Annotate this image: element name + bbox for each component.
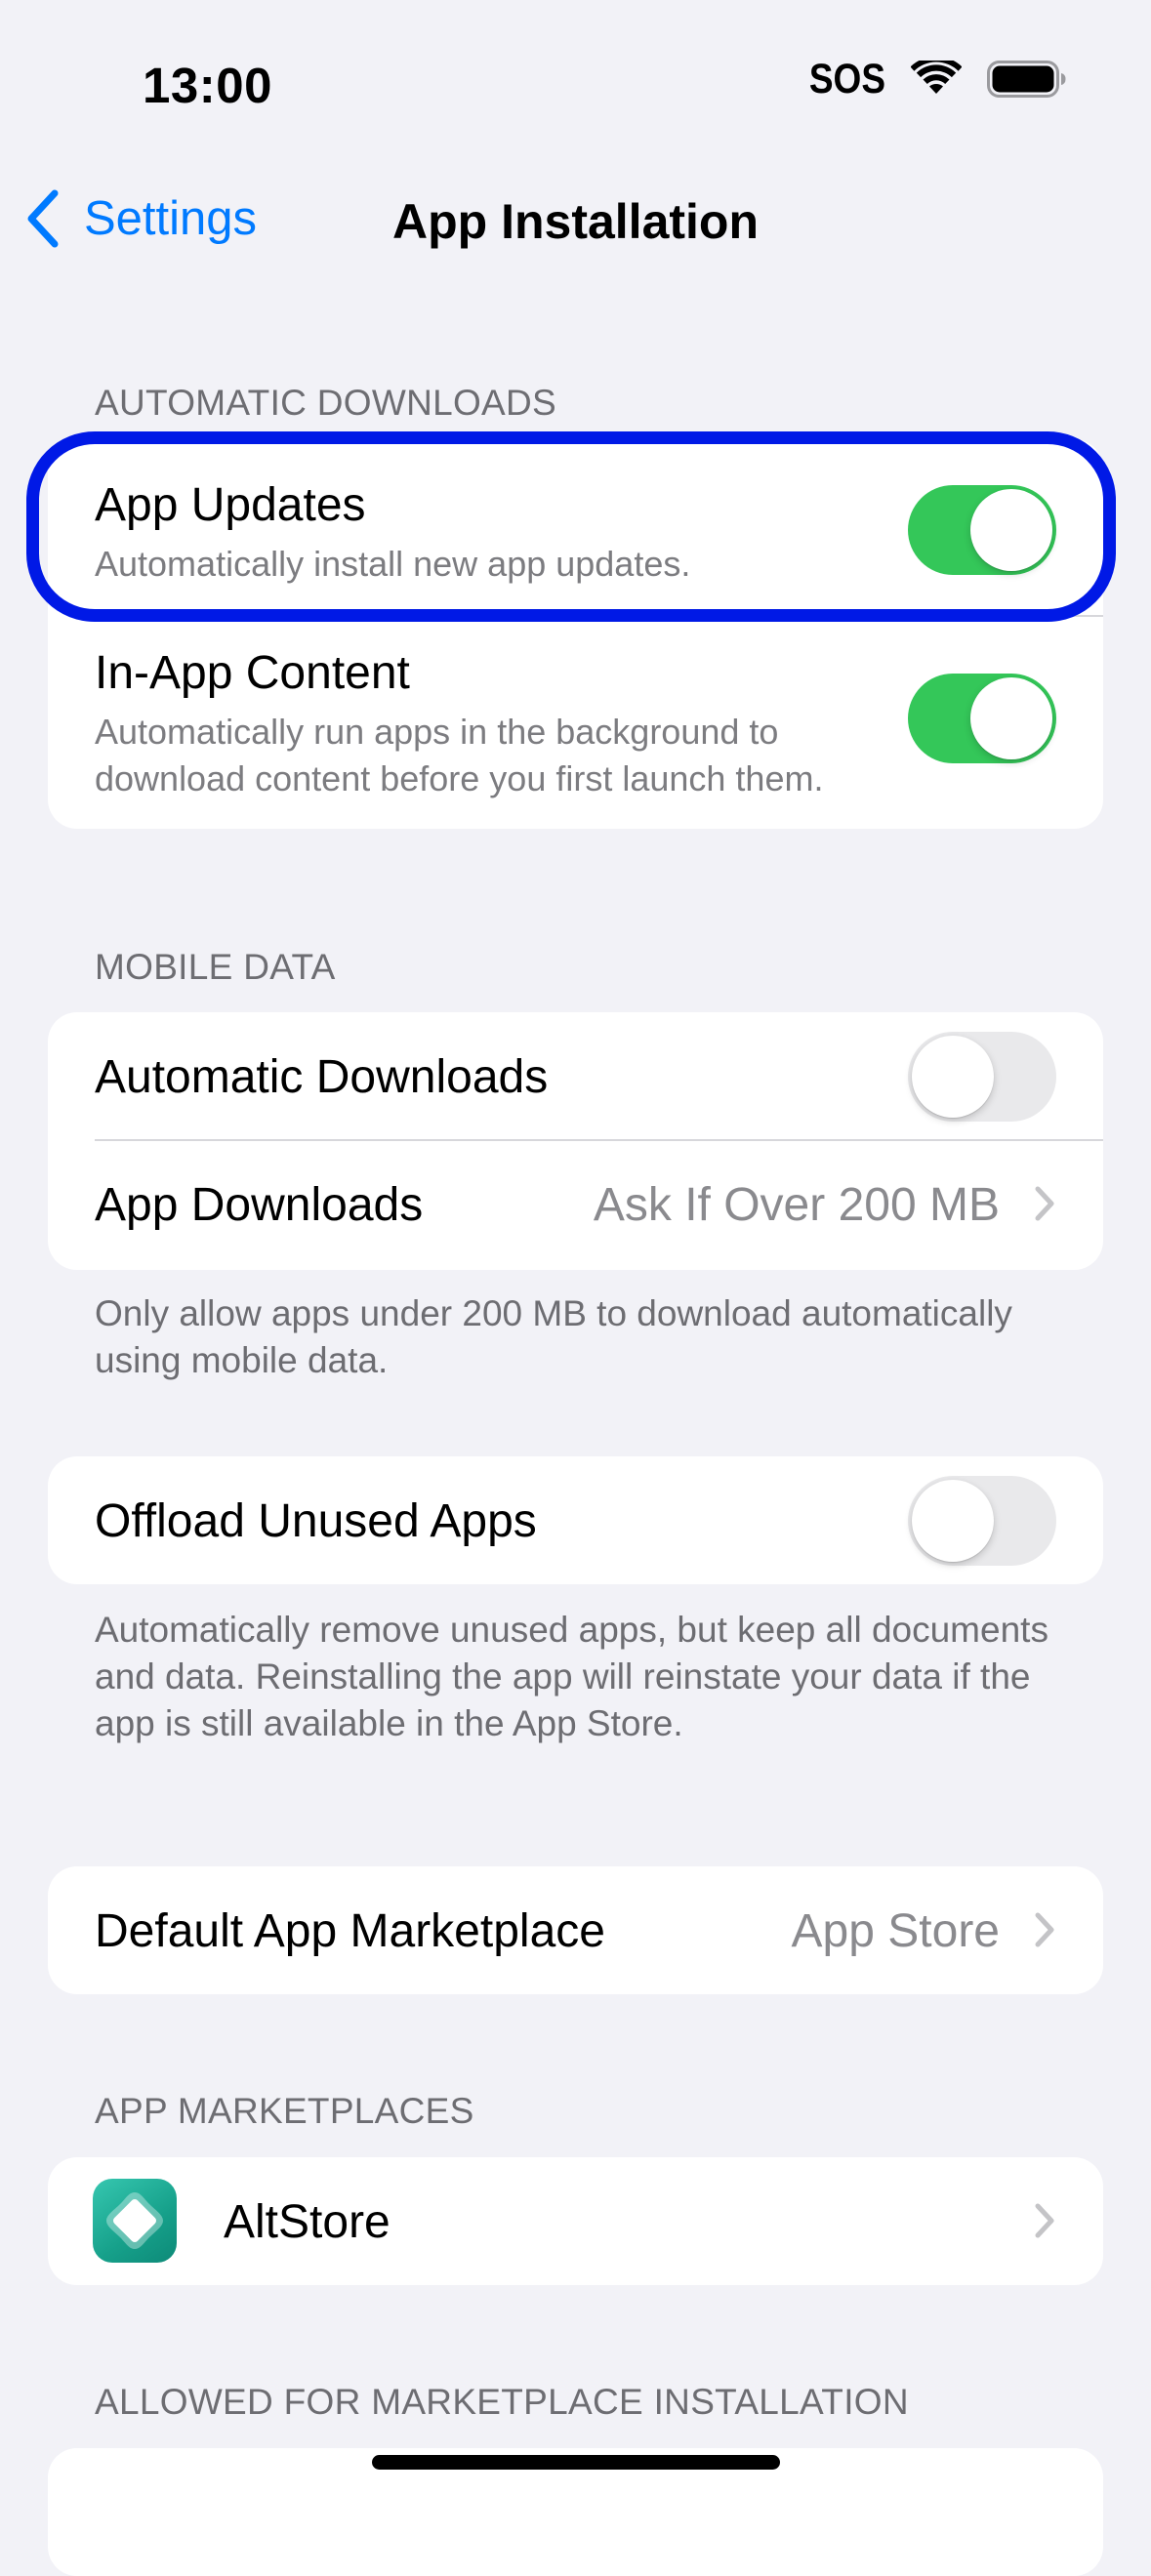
- mobile-data-group: Automatic Downloads App Downloads Ask If…: [48, 1012, 1103, 1270]
- marketplace-row-altstore[interactable]: AltStore: [48, 2157, 1103, 2285]
- chevron-right-icon: [1033, 1184, 1056, 1223]
- status-indicators: SOS: [808, 55, 1067, 102]
- automatic-downloads-row: Automatic Downloads: [48, 1012, 1103, 1140]
- offload-unused-apps-title: Offload Unused Apps: [95, 1495, 537, 1547]
- chevron-right-icon: [1033, 2201, 1056, 2240]
- default-app-marketplace-title: Default App Marketplace: [95, 1905, 605, 1957]
- section-header-automatic-downloads: AUTOMATIC DOWNLOADS: [95, 383, 557, 423]
- section-header-mobile-data: MOBILE DATA: [95, 947, 336, 987]
- mobile-data-footer: Only allow apps under 200 MB to download…: [95, 1293, 1012, 1380]
- section-header-allowed-marketplace: ALLOWED FOR MARKETPLACE INSTALLATION: [95, 2382, 909, 2422]
- toggle-knob: [912, 1036, 994, 1118]
- app-downloads-row[interactable]: App Downloads Ask If Over 200 MB: [48, 1141, 1103, 1270]
- battery-icon: [987, 61, 1067, 98]
- app-updates-row: App Updates Automatically install new ap…: [48, 439, 1103, 607]
- toggle-knob: [912, 1480, 994, 1562]
- automatic-downloads-group: App Updates Automatically install new ap…: [48, 439, 1103, 829]
- mobile-automatic-downloads-toggle[interactable]: [908, 1032, 1056, 1122]
- section-header-app-marketplaces: APP MARKETPLACES: [95, 2091, 474, 2131]
- app-downloads-title: App Downloads: [95, 1179, 424, 1231]
- automatic-downloads-title: Automatic Downloads: [95, 1051, 549, 1103]
- app-updates-title: App Updates: [95, 479, 366, 531]
- in-app-content-row: In-App Content Automatically run apps in…: [48, 617, 1103, 829]
- default-marketplace-group: Default App Marketplace App Store: [48, 1866, 1103, 1994]
- navigation-bar: Settings App Installation: [0, 166, 1151, 278]
- app-updates-subtitle: Automatically install new app updates.: [95, 544, 691, 584]
- toggle-knob: [970, 677, 1052, 759]
- offload-unused-apps-row: Offload Unused Apps: [48, 1456, 1103, 1584]
- in-app-content-title: In-App Content: [95, 647, 410, 699]
- app-downloads-value: Ask If Over 200 MB: [593, 1179, 1000, 1231]
- in-app-content-toggle[interactable]: [908, 674, 1056, 763]
- altstore-title: AltStore: [224, 2196, 391, 2248]
- offload-group: Offload Unused Apps: [48, 1456, 1103, 1584]
- toggle-knob: [970, 489, 1052, 571]
- app-marketplaces-group: AltStore: [48, 2157, 1103, 2285]
- altstore-icon: [93, 2179, 177, 2263]
- in-app-content-subtitle: Automatically run apps in the background…: [95, 712, 824, 798]
- offload-footer: Automatically remove unused apps, but ke…: [95, 1610, 1048, 1743]
- sos-indicator: SOS: [808, 55, 885, 102]
- page-title: App Installation: [392, 194, 759, 249]
- chevron-right-icon: [1033, 1910, 1056, 1949]
- wifi-icon: [911, 61, 962, 98]
- status-bar: 13:00 SOS: [0, 0, 1151, 166]
- app-updates-toggle[interactable]: [908, 485, 1056, 575]
- offload-unused-apps-toggle[interactable]: [908, 1476, 1056, 1566]
- home-indicator[interactable]: [372, 2455, 780, 2470]
- default-app-marketplace-value: App Store: [791, 1905, 1000, 1957]
- status-time: 13:00: [143, 58, 272, 113]
- default-app-marketplace-row[interactable]: Default App Marketplace App Store: [48, 1866, 1103, 1994]
